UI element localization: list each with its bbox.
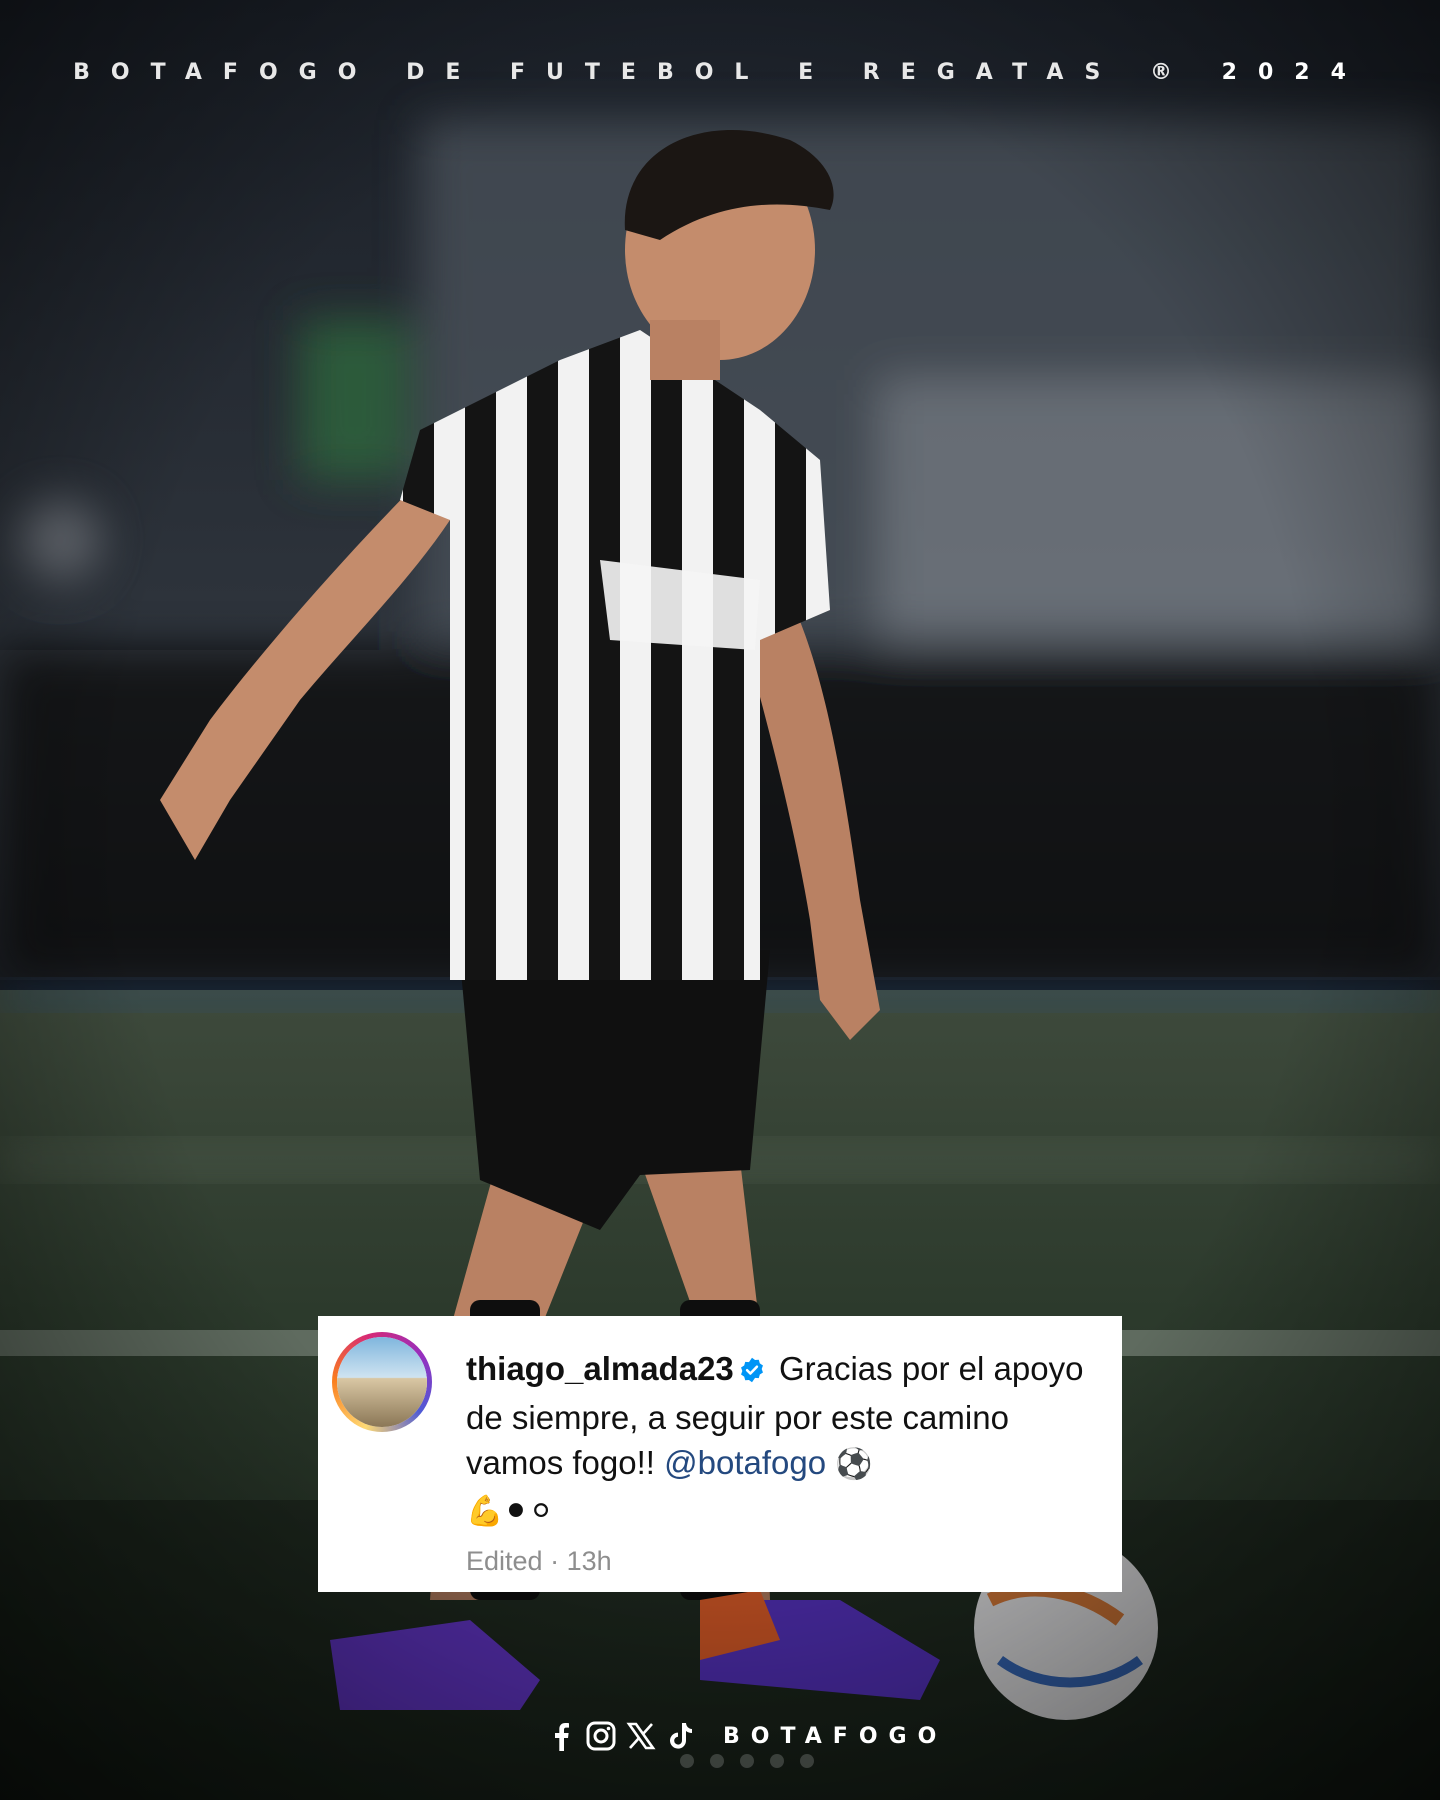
soccer-ball-emoji: ⚽ [835, 1447, 873, 1482]
tiktok-icon[interactable] [665, 1720, 697, 1752]
carousel-dot[interactable] [680, 1754, 694, 1768]
comment-username[interactable]: thiago_almada23 [466, 1350, 734, 1387]
verified-badge-icon [738, 1350, 766, 1395]
facebook-icon[interactable] [545, 1720, 577, 1752]
comment-meta: Edited · 13h [466, 1546, 1082, 1577]
carousel-dot[interactable] [740, 1754, 754, 1768]
footer-brand: BOTAFOGO [723, 1723, 948, 1749]
carousel-dot[interactable] [800, 1754, 814, 1768]
carousel-dot[interactable] [710, 1754, 724, 1768]
avatar[interactable] [332, 1332, 432, 1432]
avatar-image [337, 1337, 427, 1427]
emoji-line: 💪⚫⚪ [466, 1494, 554, 1529]
footer-social: BOTAFOGO [545, 1718, 947, 1754]
carousel-dots [680, 1754, 814, 1768]
x-icon[interactable] [625, 1720, 657, 1752]
comment-body: thiago_almada23 Gracias por el apoyo de … [466, 1346, 1086, 1534]
meta-separator: · [550, 1546, 560, 1576]
time-ago: 13h [566, 1546, 612, 1576]
club-header: BOTAFOGO DE FUTEBOL E REGATAS ® 2024 [0, 60, 1440, 85]
edited-label: Edited [466, 1546, 543, 1576]
club-name: BOTAFOGO DE FUTEBOL E REGATAS ® [73, 60, 1193, 85]
mention-link[interactable]: @botafogo [664, 1444, 826, 1481]
instagram-comment-card: thiago_almada23 Gracias por el apoyo de … [318, 1316, 1122, 1592]
year-label: 2024 [1221, 60, 1367, 85]
carousel-dot[interactable] [770, 1754, 784, 1768]
instagram-icon[interactable] [585, 1720, 617, 1752]
